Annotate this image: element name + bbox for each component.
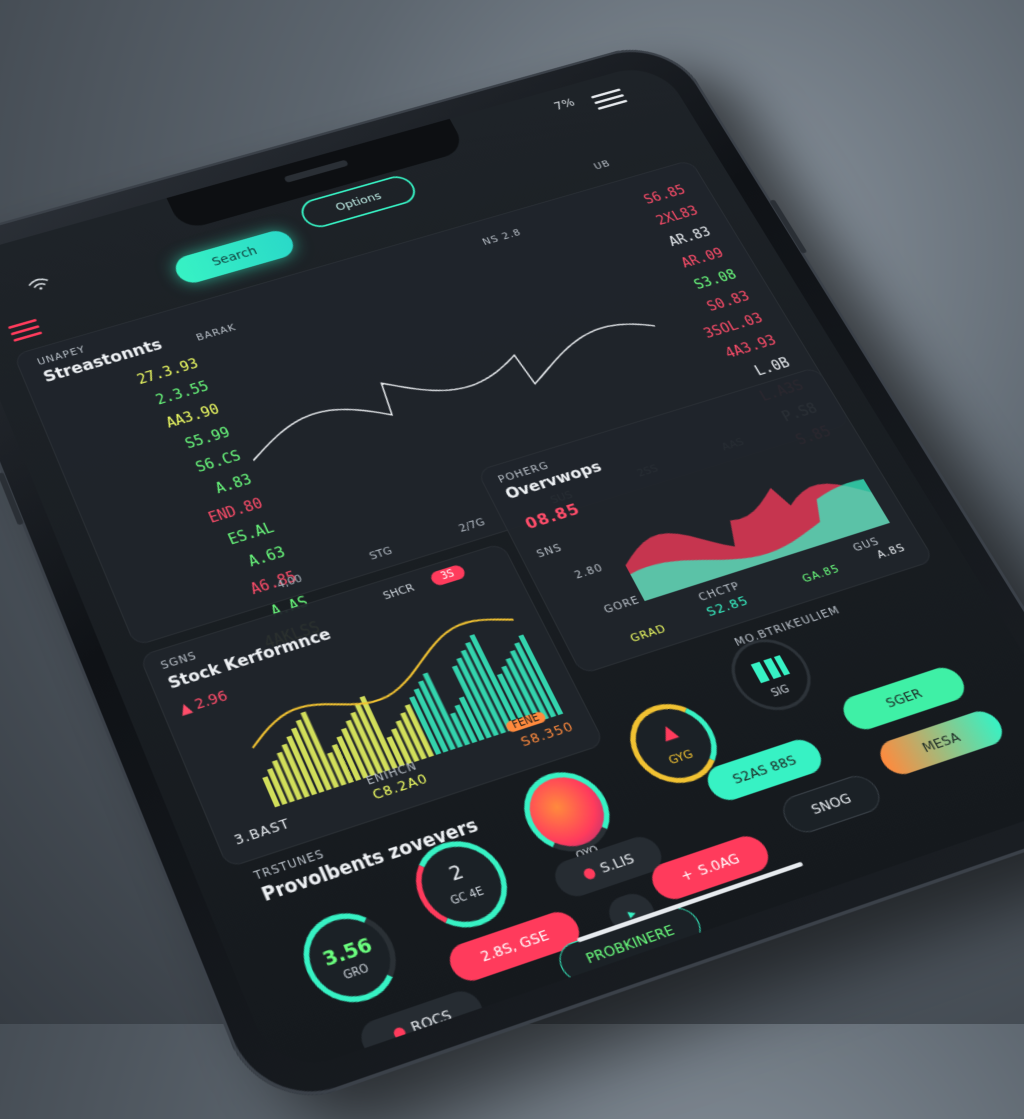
- overview-side-b: 2.80: [572, 561, 605, 581]
- alert-icon: ▲: [656, 720, 680, 745]
- screen: 7% Search Options UB UNAPEY Streastonnts…: [0, 60, 1024, 1078]
- chip-lis-label: S.LIS: [597, 850, 637, 876]
- streams-axis-label: STG: [367, 544, 394, 562]
- performance-tag-left: 3S: [429, 564, 467, 587]
- wifi-icon: [27, 276, 53, 296]
- status-time: 7%: [552, 96, 578, 113]
- chip-lis-dot: ●: [580, 863, 599, 882]
- overview-value: 08.85: [522, 500, 583, 533]
- gauge-bars[interactable]: SIG: [718, 630, 825, 720]
- overview-foot-a: GRAD: [628, 622, 669, 645]
- button-grad-label: S.0AG: [695, 850, 743, 879]
- speaker: [284, 160, 349, 183]
- nav-menu-icon[interactable]: [6, 315, 44, 346]
- bar-chart-icon: [751, 655, 790, 683]
- stream-spike: [275, 426, 331, 545]
- overview-foot-f: GA.85: [800, 562, 843, 585]
- phone-device: 7% Search Options UB UNAPEY Streastonnts…: [0, 36, 1024, 1117]
- button-snog[interactable]: SNOG: [776, 771, 887, 837]
- button-grad-plus: +: [678, 866, 697, 885]
- overview-side-a: SNS: [534, 541, 564, 560]
- overview-chart: [588, 421, 890, 601]
- overview-side-c: GORE: [601, 593, 642, 616]
- gauge-bars-sub: SIG: [746, 676, 816, 707]
- streams-axis-label: 2/7G: [456, 516, 487, 535]
- gauge-gold-sub: GYG: [644, 740, 718, 775]
- performance-value-a: 3.BAST: [232, 816, 293, 849]
- menu-icon[interactable]: [589, 85, 630, 114]
- header-code: UB: [592, 158, 613, 172]
- gauge-primary[interactable]: 3.56 GRO: [289, 902, 410, 1015]
- performance-tag-center: SHCR: [370, 576, 427, 607]
